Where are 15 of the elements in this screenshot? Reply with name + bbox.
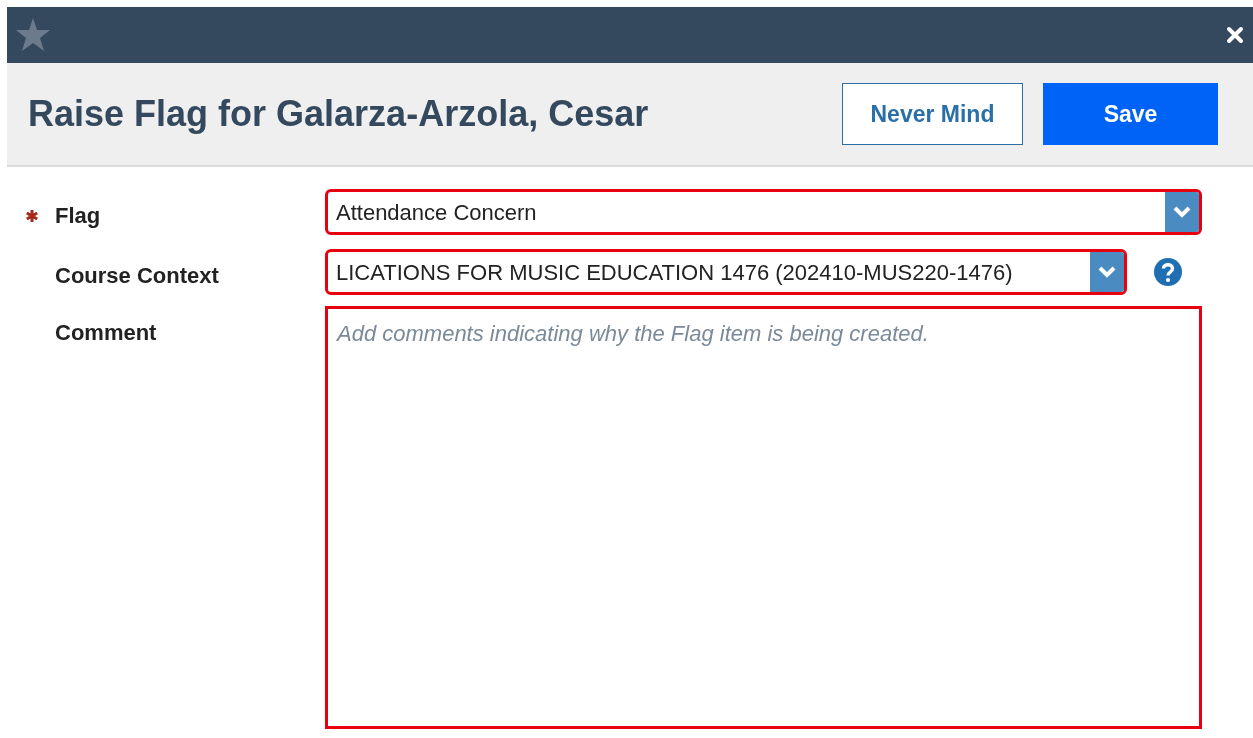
dropdown-value: Attendance Concern — [335, 198, 538, 227]
cancel-button[interactable]: Never Mind — [842, 83, 1023, 145]
comment-field[interactable]: Add comments indicating why the Flag item is being created. — [325, 306, 1202, 729]
chevron-down-icon — [1097, 265, 1117, 279]
close-icon[interactable] — [1225, 25, 1245, 45]
field-label: Course Context — [55, 262, 219, 290]
chevron-down-icon — [1172, 205, 1192, 219]
field-label: Comment — [55, 319, 157, 347]
field-label: Flag — [55, 202, 101, 230]
dialog-title: Raise Flag for Galarza-Arzola, Cesar — [28, 92, 649, 136]
help-icon[interactable] — [1153, 257, 1183, 287]
dropdown-field[interactable]: Attendance Concern — [325, 189, 1202, 235]
dropdown-field[interactable]: LICATIONS FOR MUSIC EDUCATION 1476 (202410-MUS220-1476) — [325, 249, 1127, 295]
save-button[interactable]: Save — [1043, 83, 1218, 145]
dropdown-value: LICATIONS FOR MUSIC EDUCATION 1476 (202410-MUS220-1476) — [335, 258, 1014, 287]
